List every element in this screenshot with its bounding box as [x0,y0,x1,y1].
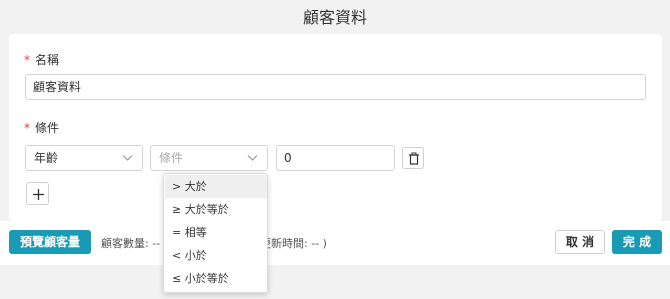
condition-label: * 條件 [24,119,59,136]
required-mark: * [24,121,30,135]
operator-option[interactable]: < 小於 [165,244,267,267]
condition-label-text: 條件 [35,121,60,135]
add-condition-button[interactable] [26,182,49,205]
required-mark: * [24,53,30,67]
delete-condition-button[interactable] [402,147,424,169]
preview-customers-button[interactable]: 預覽顧客量 [9,230,91,254]
operator-dropdown: > 大於 ≥ 大於等於 = 相等 < 小於 ≤ 小於等於 [163,173,268,293]
operator-option[interactable]: ≤ 小於等於 [165,267,267,290]
operator-option[interactable]: = 相等 [165,221,267,244]
cancel-button[interactable]: 取 消 [555,230,605,254]
value-input[interactable]: 0 [276,145,395,171]
plus-icon [33,189,44,200]
page-title: 顧客資料 [302,8,367,27]
operator-select[interactable]: 條件 [150,145,268,171]
name-label-text: 名稱 [35,53,60,67]
operator-select-placeholder: 條件 [159,151,184,165]
field-select-value: 年齡 [34,151,59,165]
trash-icon [409,152,419,165]
customer-count: 顧客數量: -- [101,237,161,250]
field-select[interactable]: 年齡 [25,145,143,171]
name-input[interactable]: 顧客資料 [25,74,646,100]
update-time: 更新時間: -- ) [260,237,327,250]
done-button[interactable]: 完 成 [612,230,662,254]
footer-bar: 預覽顧客量 顧客數量: -- 更新時間: -- ) 取 消 完 成 [0,221,670,265]
operator-option[interactable]: > 大於 [165,175,267,198]
form-card: * 名稱 顧客資料 * 條件 年齡 條件 0 [9,34,662,221]
name-label: * 名稱 [24,51,59,68]
chevron-down-icon [122,155,133,161]
chevron-down-icon [247,155,258,161]
operator-option[interactable]: ≥ 大於等於 [165,198,267,221]
